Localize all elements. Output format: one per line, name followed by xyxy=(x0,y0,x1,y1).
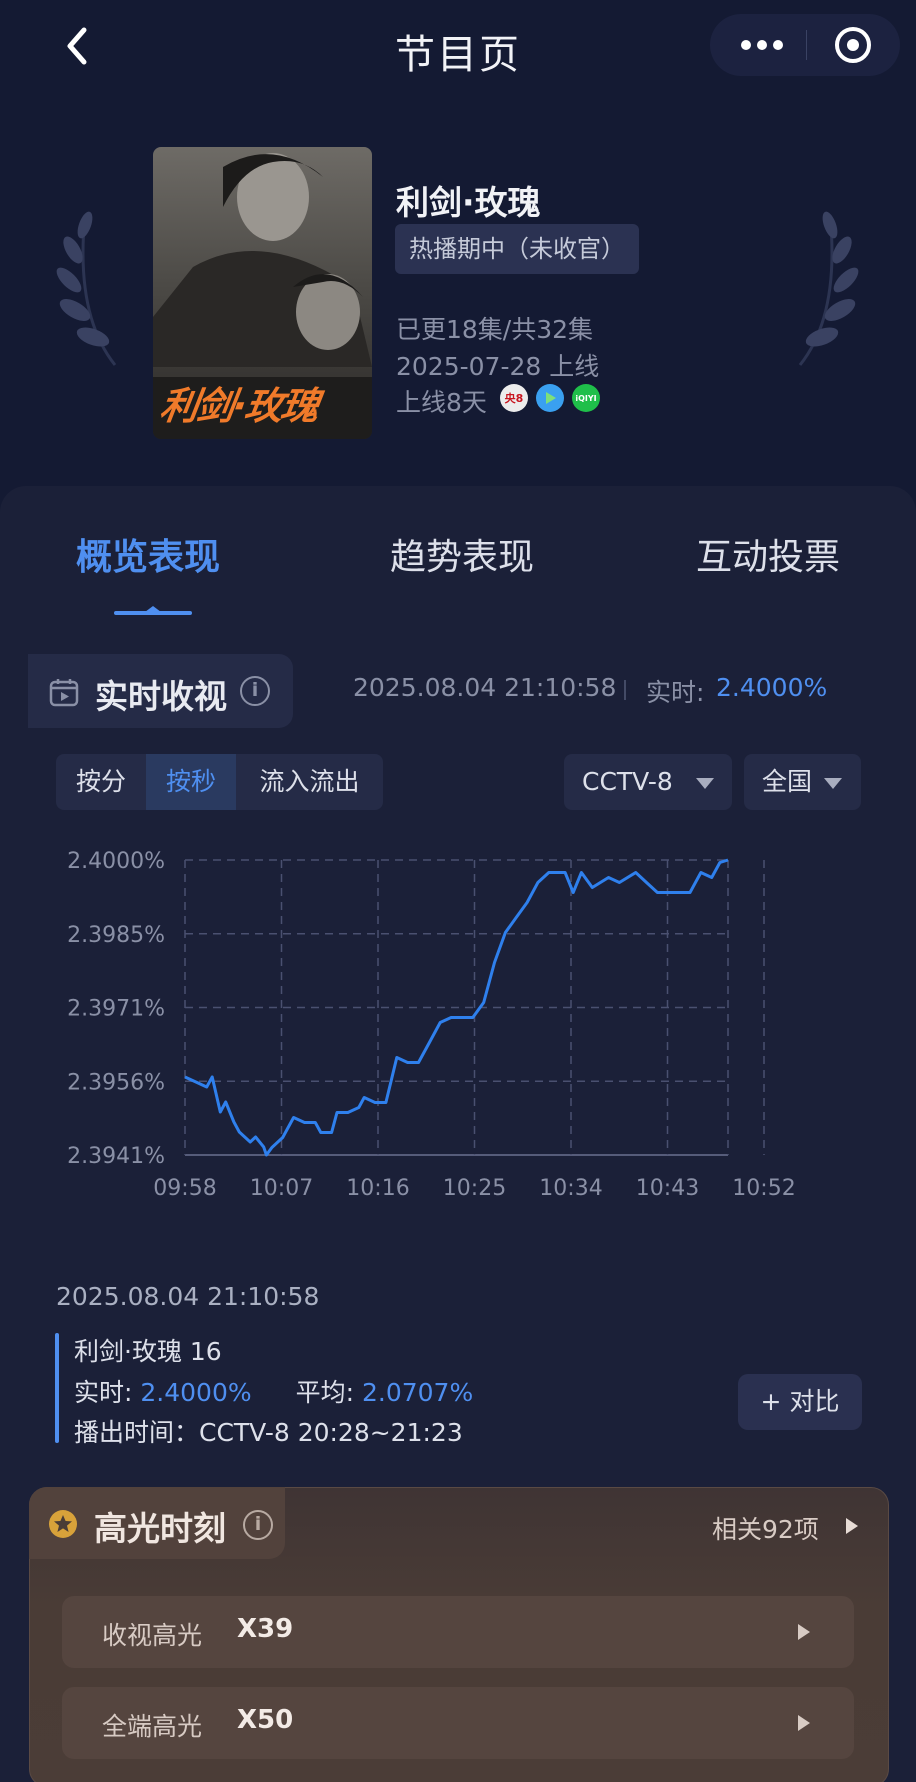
detail-timestamp: 2025.08.04 21:10:58 xyxy=(56,1282,320,1311)
show-poster[interactable]: 利剑·玫瑰 xyxy=(153,147,372,439)
x-tick-label: 10:16 xyxy=(346,1176,409,1201)
detail-avg-value: 2.0707% xyxy=(361,1378,474,1407)
x-tick-label: 09:58 xyxy=(153,1176,216,1201)
realtime-label: 实时: xyxy=(646,678,705,707)
realtime-value: 2.4000% xyxy=(716,673,828,702)
top-bar: 节目页 xyxy=(0,0,916,92)
highlight-row-all-platform[interactable]: 全端高光 X50 xyxy=(62,1687,854,1759)
info-icon[interactable]: i xyxy=(243,1510,273,1540)
separator xyxy=(624,680,626,700)
region-dropdown[interactable]: 全国 xyxy=(744,754,861,810)
tab-overview[interactable]: 概览表现 xyxy=(76,528,220,580)
channel-dropdown-value: CCTV-8 xyxy=(582,767,673,796)
highlight-row-label: 收视高光 xyxy=(102,1621,203,1650)
x-tick-label: 10:52 xyxy=(732,1176,795,1201)
detail-realtime-label: 实时: xyxy=(74,1378,133,1407)
realtime-timestamp: 2025.08.04 21:10:58 xyxy=(353,673,617,702)
compare-button[interactable]: + 对比 xyxy=(738,1374,862,1430)
tab-indicator-notch xyxy=(145,606,161,612)
x-tick-label: 10:25 xyxy=(443,1176,506,1201)
y-tick-label: 2.3985% xyxy=(67,923,165,948)
highlight-row-ratings[interactable]: 收视高光 X39 xyxy=(62,1596,854,1668)
laurel-left-icon xyxy=(56,211,117,366)
info-icon[interactable]: i xyxy=(240,676,270,706)
tencent-video-icon xyxy=(536,384,564,412)
highlights-title: 高光时刻 xyxy=(94,1509,226,1548)
granularity-segmented-control: 按分 按秒 流入流出 xyxy=(56,754,383,810)
mini-program-capsule xyxy=(710,14,900,76)
detail-accent-bar xyxy=(55,1333,59,1443)
laurel-right-icon xyxy=(798,211,859,366)
iqiyi-icon: iQIYI xyxy=(572,384,600,412)
play-arrow-icon xyxy=(798,1715,810,1731)
highlight-row-value: X50 xyxy=(237,1705,294,1735)
caret-down-icon xyxy=(824,778,842,789)
target-icon xyxy=(835,27,871,63)
y-tick-label: 2.3941% xyxy=(67,1144,165,1169)
episode-count: 已更18集/共32集 xyxy=(396,315,594,344)
tab-trend[interactable]: 趋势表现 xyxy=(390,528,534,580)
realtime-section-header: 实时收视 i xyxy=(28,654,293,728)
poster-title-text: 利剑·玫瑰 xyxy=(157,384,321,428)
close-miniprogram-button[interactable] xyxy=(832,24,874,66)
tab-vote[interactable]: 互动投票 xyxy=(696,528,840,580)
air-date: 2025-07-28 上线 xyxy=(396,352,600,381)
detail-broadcast-time: 播出时间：CCTV-8 20:28~21:23 xyxy=(74,1418,463,1447)
detail-avg-label: 平均: xyxy=(295,1378,355,1407)
more-button[interactable] xyxy=(730,24,794,66)
more-dots-icon xyxy=(741,40,783,50)
highlights-related-text: 相关92项 xyxy=(712,1515,819,1544)
show-title: 利剑·玫瑰 xyxy=(396,183,541,222)
detail-rates: 实时: 2.4000% 平均: 2.0707% xyxy=(74,1373,473,1409)
highlight-row-label: 全端高光 xyxy=(102,1712,203,1741)
y-tick-label: 2.3971% xyxy=(67,997,165,1022)
play-arrow-icon xyxy=(798,1624,810,1640)
x-tick-label: 10:07 xyxy=(250,1176,313,1201)
realtime-rating-chart[interactable]: 2.4000% 2.3985% 2.3971% 2.3956% 2.3941% 09:58… xyxy=(40,830,840,1260)
platform-icons: 央8 iQIYI xyxy=(500,384,600,412)
detail-realtime-value: 2.4000% xyxy=(140,1378,252,1407)
realtime-title: 实时收视 xyxy=(95,677,227,716)
capsule-divider xyxy=(806,30,807,60)
channel-dropdown[interactable]: CCTV-8 xyxy=(564,754,732,810)
x-tick-label: 10:34 xyxy=(539,1176,602,1201)
days-online: 上线8天 xyxy=(396,388,487,417)
cctv8-icon: 央8 xyxy=(500,384,528,412)
status-badge: 热播期中（未收官） xyxy=(395,224,639,274)
segment-inflow-outflow[interactable]: 流入流出 xyxy=(236,754,383,810)
calendar-play-icon xyxy=(49,679,79,707)
detail-episode: 利剑·玫瑰 16 xyxy=(74,1337,222,1366)
region-dropdown-value: 全国 xyxy=(762,767,813,796)
y-tick-label: 2.3956% xyxy=(67,1070,165,1095)
play-arrow-icon xyxy=(846,1518,858,1534)
y-tick-label: 2.4000% xyxy=(67,849,165,874)
segment-by-second[interactable]: 按秒 xyxy=(146,754,236,810)
highlight-row-value: X39 xyxy=(237,1614,294,1644)
caret-down-icon xyxy=(696,778,714,789)
x-tick-label: 10:43 xyxy=(636,1176,699,1201)
segment-by-minute[interactable]: 按分 xyxy=(56,754,146,810)
star-badge-icon xyxy=(49,1510,77,1538)
highlights-related-link[interactable]: 相关92项 xyxy=(712,1510,819,1546)
